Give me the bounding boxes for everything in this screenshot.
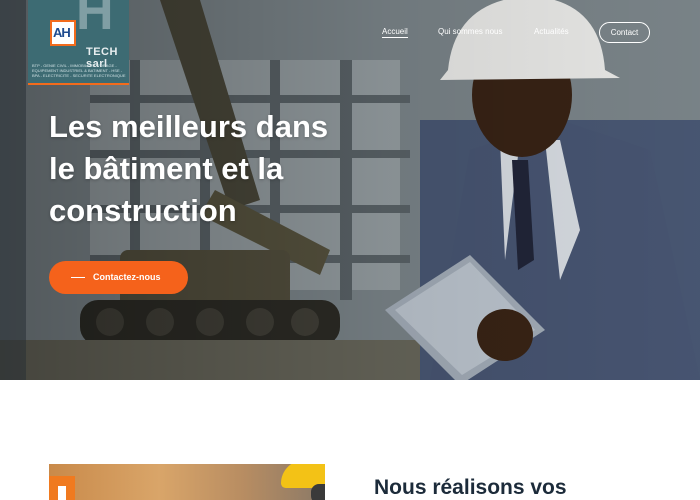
cta-label: Contactez-nous — [93, 272, 161, 282]
about-image-white-block — [58, 486, 66, 500]
nav-contact-button[interactable]: Contact — [599, 22, 650, 43]
logo-tagline: BTP - GENIE CIVIL - IMMOBILIER - FORAGE … — [32, 63, 126, 78]
about-image — [49, 464, 325, 500]
nav-link-home[interactable]: Accueil — [382, 27, 408, 38]
worker-visor-shape — [311, 484, 325, 500]
nav-link-about[interactable]: Qui sommes nous — [438, 27, 502, 36]
hero-left-edge — [0, 0, 26, 380]
about-section-title: Nous réalisons vos — [374, 476, 567, 499]
nav-link-news[interactable]: Actualités — [534, 27, 569, 36]
contact-us-button[interactable]: Contactez-nous — [49, 261, 188, 294]
hero-headline-line1: Les meilleurs dans — [49, 109, 329, 144]
main-navigation: Accueil Qui sommes nous Actualités Conta… — [0, 22, 700, 44]
hero-headline-line2: le bâtiment et la — [49, 151, 284, 186]
cta-dash-icon — [71, 277, 85, 278]
hero-headline-line3: construction — [49, 193, 237, 228]
hero-headline: Les meilleurs dans le bâtiment et la con… — [49, 106, 349, 232]
hero-section: H AH TECH sarl BTP - GENIE CIVIL - IMMOB… — [0, 0, 700, 380]
